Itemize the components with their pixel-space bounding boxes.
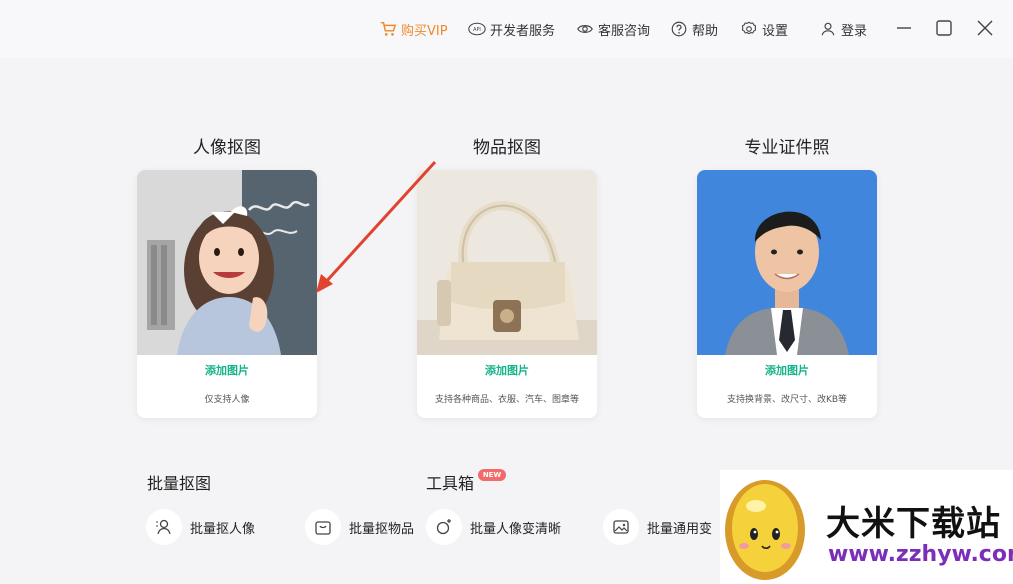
enhance-icon bbox=[436, 519, 451, 535]
buy-vip-button[interactable]: 购买VIP bbox=[379, 19, 448, 39]
customer-service-button[interactable]: 客服咨询 bbox=[576, 19, 650, 39]
maximize-button[interactable] bbox=[933, 17, 955, 39]
settings-label: 设置 bbox=[762, 23, 789, 39]
buy-vip-label: 购买VIP bbox=[401, 23, 448, 39]
portrait-cutout-card[interactable]: 添加图片 仅支持人像 bbox=[137, 170, 317, 418]
object-add-image-button[interactable]: 添加图片 bbox=[417, 362, 597, 378]
toolbox-title: 工具箱 bbox=[426, 474, 475, 493]
portrait-hint: 仅支持人像 bbox=[204, 395, 250, 405]
eye-service-icon bbox=[577, 25, 593, 33]
maximize-icon bbox=[936, 20, 952, 36]
id-photo-add-image-button[interactable]: 添加图片 bbox=[697, 362, 877, 378]
image-icon bbox=[613, 520, 629, 534]
batch-cutout-title: 批量抠图 bbox=[147, 474, 212, 493]
help-icon bbox=[671, 21, 687, 37]
batch-portrait-label: 批量抠人像 bbox=[190, 521, 256, 537]
batch-object-tool[interactable]: 批量抠物品 bbox=[305, 508, 414, 546]
portrait-sample-image bbox=[137, 170, 317, 355]
login-button[interactable]: 登录 bbox=[819, 19, 867, 39]
login-label: 登录 bbox=[841, 23, 868, 39]
portrait-cutout-title: 人像抠图 bbox=[193, 138, 261, 158]
batch-portrait-tool[interactable]: 批量抠人像 bbox=[146, 508, 255, 546]
settings-button[interactable]: 设置 bbox=[740, 19, 788, 39]
portrait-add-image-button[interactable]: 添加图片 bbox=[137, 362, 317, 378]
api-icon: API bbox=[468, 22, 486, 36]
batch-enhance-tool[interactable]: 批量人像变清晰 bbox=[426, 508, 561, 546]
help-button[interactable]: 帮助 bbox=[670, 19, 718, 39]
close-icon bbox=[977, 20, 993, 36]
watermark-url: www.zzhyw.com bbox=[828, 542, 1013, 567]
id-photo-title: 专业证件照 bbox=[744, 138, 830, 158]
tool-icon-wrap bbox=[146, 509, 182, 545]
id-photo-card[interactable]: 添加图片 支持换背景、改尺寸、改KB等 bbox=[697, 170, 877, 418]
object-hint: 支持各种商品、衣服、汽车、图章等 bbox=[434, 395, 579, 405]
batch-enhance-label: 批量人像变清晰 bbox=[470, 521, 562, 537]
close-button[interactable] bbox=[974, 17, 996, 39]
bag-sample-image bbox=[417, 170, 597, 355]
customer-service-label: 客服咨询 bbox=[598, 23, 651, 39]
developer-service-button[interactable]: API 开发者服务 bbox=[468, 19, 555, 39]
new-badge: NEW bbox=[478, 469, 506, 481]
minimize-icon bbox=[897, 27, 911, 29]
bag-icon bbox=[315, 521, 331, 535]
batch-general-label: 批量通用变 bbox=[647, 521, 713, 537]
watermark-title: 大米下载站 bbox=[826, 504, 1001, 544]
tool-icon-wrap bbox=[426, 509, 462, 545]
tool-icon-wrap bbox=[603, 509, 639, 545]
watermark: 大米下载站 www.zzhyw.com bbox=[720, 470, 1013, 584]
minimize-button[interactable] bbox=[893, 17, 915, 39]
tool-icon-wrap bbox=[305, 509, 341, 545]
id-photo-hint: 支持换背景、改尺寸、改KB等 bbox=[726, 395, 848, 405]
person-icon bbox=[156, 519, 171, 535]
object-cutout-card[interactable]: 添加图片 支持各种商品、衣服、汽车、图章等 bbox=[417, 170, 597, 418]
api-icon-text: API bbox=[473, 27, 481, 33]
developer-service-label: 开发者服务 bbox=[490, 23, 556, 39]
batch-general-tool[interactable]: 批量通用变 bbox=[603, 508, 712, 546]
user-icon bbox=[821, 22, 835, 36]
gear-icon bbox=[741, 21, 757, 35]
cart-icon bbox=[380, 21, 397, 36]
batch-object-label: 批量抠物品 bbox=[349, 521, 415, 537]
id-photo-sample-image bbox=[697, 170, 877, 355]
object-cutout-title: 物品抠图 bbox=[473, 138, 541, 158]
help-label: 帮助 bbox=[692, 23, 719, 39]
mascot-logo bbox=[725, 480, 805, 580]
